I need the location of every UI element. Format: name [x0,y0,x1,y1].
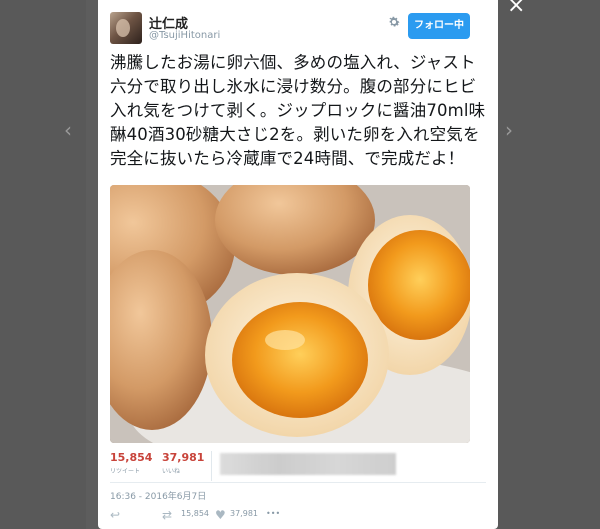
gear-icon[interactable] [387,15,401,29]
retweet-label: リツイート [110,468,141,475]
tweet-card: 辻仁成 @TsujiHitonari フォロー中 沸騰したお湯に卵六個、多めの塩… [98,0,498,529]
like-count: 37,981 [162,451,205,464]
liker-avatars[interactable] [220,453,396,475]
close-icon[interactable]: × [507,0,525,18]
user-handle[interactable]: @TsujiHitonari [149,30,220,41]
action-retweet-count: 15,854 [181,509,209,518]
tweet-photo[interactable] [110,185,470,443]
previous-arrow-icon[interactable]: ‹ [64,118,72,142]
overlay-left [0,0,86,529]
tweet-actions: ↩ ⇄ 15,854 ♥ 37,981 ••• [110,507,490,523]
retweet-icon[interactable]: ⇄ [162,507,172,523]
eggs-image [110,185,470,443]
overlay-right [498,0,600,529]
avatar[interactable] [110,12,142,44]
follow-button[interactable]: フォロー中 [408,13,470,39]
retweet-stat[interactable]: 15,854 リツイート [110,451,152,475]
like-stat[interactable]: 37,981 いいね [162,451,204,475]
action-like-count: 37,981 [230,509,258,518]
timestamp[interactable]: 16:36 - 2016年6月7日 [110,489,206,502]
reply-icon[interactable]: ↩ [110,507,120,523]
next-arrow-icon[interactable]: › [505,118,513,142]
stats-divider [211,451,212,481]
divider [110,482,486,483]
like-label: いいね [162,468,181,475]
tweet-text: 沸騰したお湯に卵六個、多めの塩入れ、ジャスト六分で取り出し氷水に浸け数分。腹の部… [110,53,486,168]
more-icon[interactable]: ••• [266,509,280,518]
heart-icon[interactable]: ♥ [215,507,226,523]
engagement-stats: 15,854 リツイート 37,981 いいね [110,451,486,485]
retweet-count: 15,854 [110,451,153,464]
